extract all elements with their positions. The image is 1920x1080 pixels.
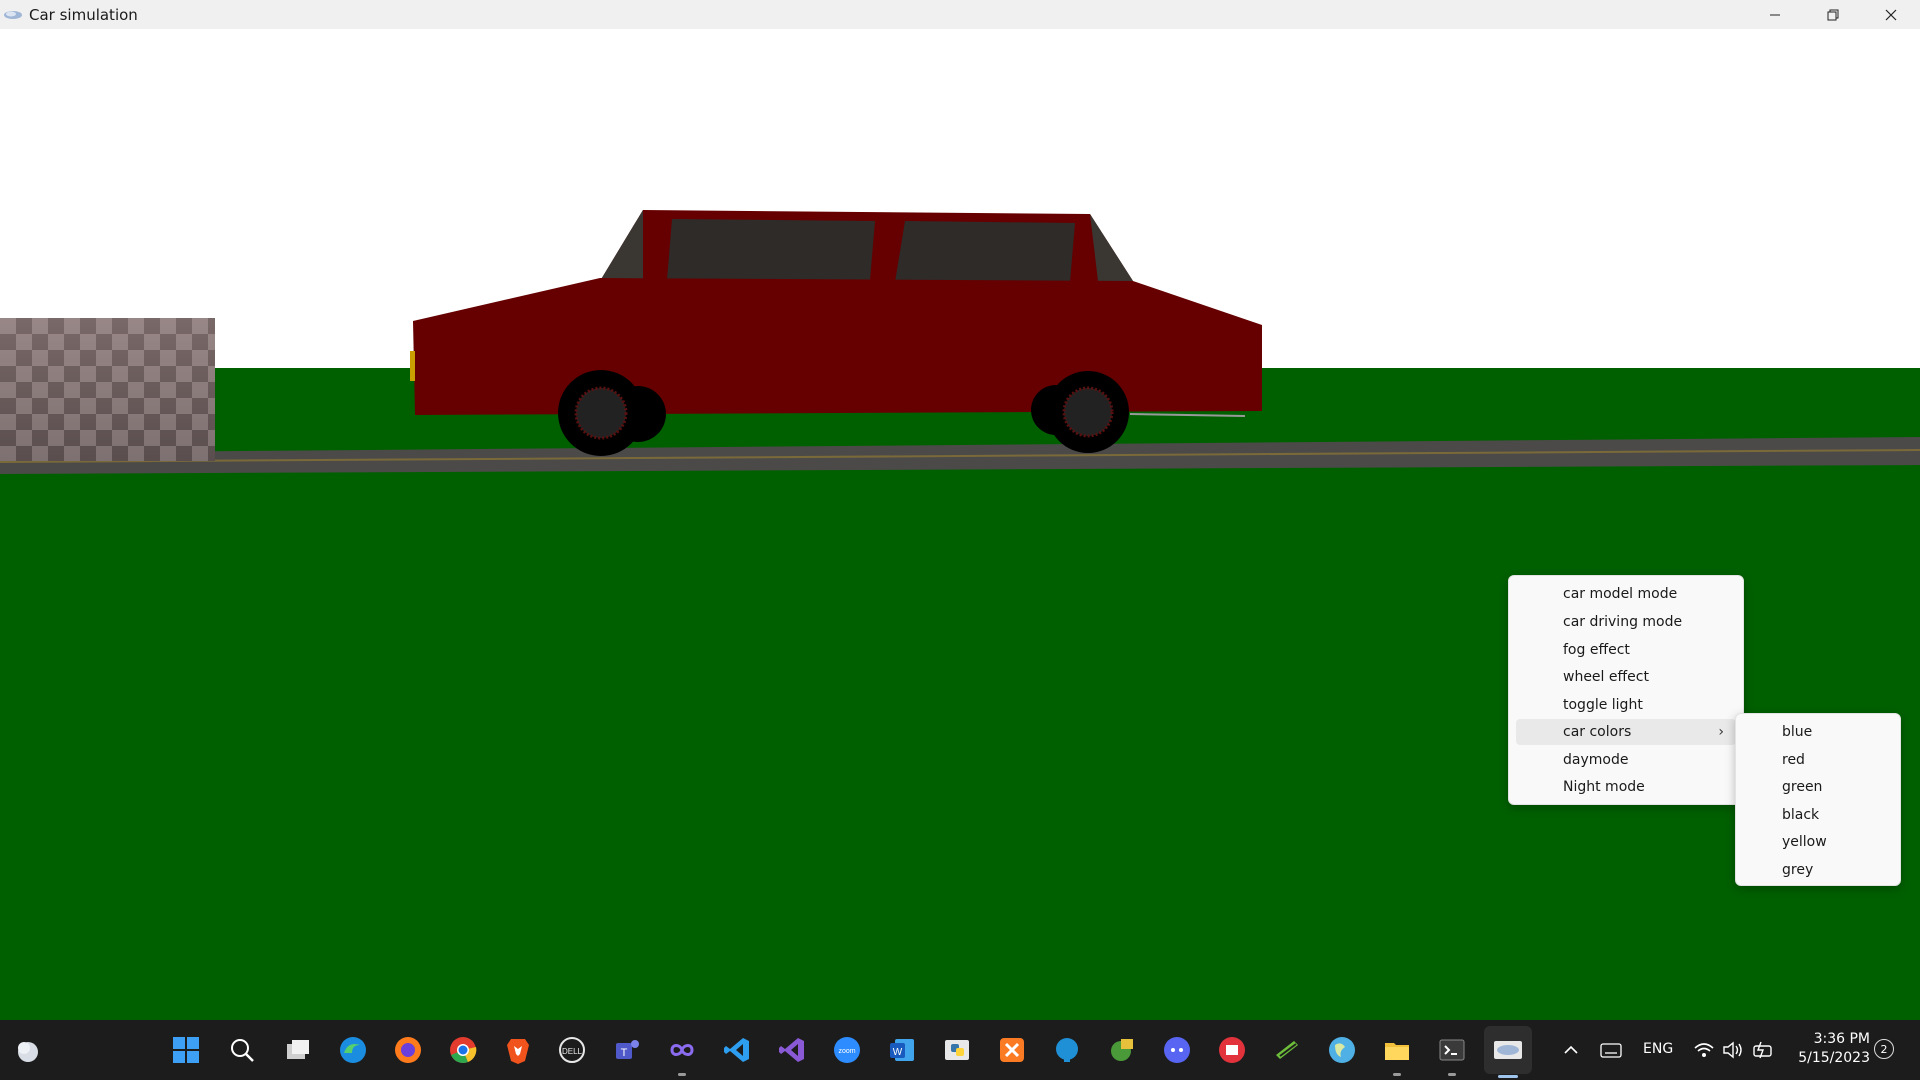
menu-item-daymode[interactable]: daymode bbox=[1516, 747, 1736, 773]
submenu-item-blue[interactable]: blue bbox=[1743, 719, 1893, 745]
terminal-icon[interactable] bbox=[1436, 1034, 1468, 1076]
title-bar: Car simulation bbox=[0, 0, 1920, 29]
menu-item-wheel-effect[interactable]: wheel effect bbox=[1516, 664, 1736, 690]
teams-icon[interactable]: T bbox=[611, 1034, 643, 1066]
submenu-item-label: blue bbox=[1782, 724, 1813, 740]
menu-item-car-driving-mode[interactable]: car driving mode bbox=[1516, 609, 1736, 635]
word-icon[interactable]: W bbox=[886, 1034, 918, 1066]
notification-badge[interactable]: 2 bbox=[1874, 1039, 1894, 1059]
brave-icon[interactable] bbox=[502, 1034, 534, 1066]
task-view-icon[interactable] bbox=[282, 1034, 314, 1066]
weather-icon[interactable] bbox=[12, 1034, 44, 1066]
clock[interactable]: 3:36 PM 5/15/2023 bbox=[1790, 1030, 1870, 1068]
menu-item-car-colors[interactable]: car colors › bbox=[1516, 719, 1736, 745]
vscode-icon[interactable] bbox=[721, 1034, 753, 1066]
app-icon[interactable] bbox=[1106, 1034, 1138, 1066]
file-explorer-icon[interactable] bbox=[1381, 1034, 1413, 1076]
menu-item-fog-effect[interactable]: fog effect bbox=[1516, 637, 1736, 663]
wifi-icon[interactable] bbox=[1693, 1040, 1715, 1060]
discord-icon[interactable] bbox=[1161, 1034, 1193, 1066]
dev-icon[interactable] bbox=[1271, 1034, 1303, 1066]
menu-item-toggle-light[interactable]: toggle light bbox=[1516, 692, 1736, 718]
visual-studio-icon[interactable] bbox=[776, 1034, 808, 1066]
svg-text:DELL: DELL bbox=[562, 1047, 583, 1056]
edge-icon[interactable] bbox=[337, 1034, 369, 1066]
postgres-icon[interactable] bbox=[1051, 1034, 1083, 1066]
menu-item-label: toggle light bbox=[1563, 697, 1643, 713]
svg-text:W: W bbox=[893, 1047, 903, 1058]
car-front-pillar bbox=[600, 210, 643, 281]
close-button[interactable] bbox=[1862, 0, 1920, 29]
menu-item-label: daymode bbox=[1563, 752, 1629, 768]
chevron-right-icon: › bbox=[1718, 724, 1724, 740]
menu-item-label: car colors bbox=[1563, 724, 1632, 740]
scene-viewport[interactable] bbox=[0, 29, 1920, 1020]
xampp-icon[interactable] bbox=[996, 1034, 1028, 1066]
submenu-item-label: grey bbox=[1782, 862, 1814, 878]
submenu-item-label: yellow bbox=[1782, 834, 1827, 850]
chrome-icon[interactable] bbox=[447, 1034, 479, 1066]
python-icon[interactable] bbox=[941, 1034, 973, 1066]
menu-item-car-model-mode[interactable]: car model mode bbox=[1516, 581, 1736, 607]
start-icon[interactable] bbox=[170, 1034, 202, 1066]
car-light bbox=[410, 351, 415, 381]
context-menu: car model mode car driving mode fog effe… bbox=[1508, 575, 1744, 805]
battery-icon[interactable] bbox=[1752, 1039, 1776, 1061]
infinity-icon[interactable] bbox=[666, 1034, 698, 1076]
restore-icon bbox=[1827, 9, 1839, 20]
freeglut-icon[interactable] bbox=[1492, 1034, 1524, 1078]
menu-item-label: fog effect bbox=[1563, 642, 1630, 658]
globe-icon[interactable] bbox=[1326, 1034, 1358, 1066]
minimize-icon bbox=[1770, 14, 1780, 15]
svg-text:T: T bbox=[621, 1047, 628, 1059]
myk-icon[interactable] bbox=[1216, 1034, 1248, 1066]
window-title: Car simulation bbox=[29, 5, 138, 24]
search-icon[interactable] bbox=[226, 1034, 258, 1066]
chevron-up-icon[interactable] bbox=[1563, 1043, 1579, 1057]
submenu-item-grey[interactable]: grey bbox=[1743, 857, 1893, 883]
submenu-item-red[interactable]: red bbox=[1743, 747, 1893, 773]
language-indicator[interactable]: ENG bbox=[1643, 1041, 1673, 1057]
svg-text:zoom: zoom bbox=[838, 1048, 855, 1055]
keyboard-icon[interactable] bbox=[1600, 1041, 1622, 1059]
submenu-item-label: black bbox=[1782, 807, 1820, 823]
car-window-rear bbox=[895, 221, 1075, 282]
submenu-item-black[interactable]: black bbox=[1743, 802, 1893, 828]
firefox-icon[interactable] bbox=[392, 1034, 424, 1066]
clock-time: 3:36 PM bbox=[1813, 1031, 1870, 1047]
taskbar: DELL T zoom W ENG 3:36 PM 5/15/2023 2 bbox=[0, 1020, 1920, 1080]
menu-item-night-mode[interactable]: Night mode bbox=[1516, 774, 1736, 800]
menu-item-label: car model mode bbox=[1563, 586, 1678, 602]
car-body bbox=[413, 278, 1262, 415]
minimize-button[interactable] bbox=[1746, 0, 1804, 29]
menu-item-label: car driving mode bbox=[1563, 614, 1683, 630]
submenu-item-yellow[interactable]: yellow bbox=[1743, 829, 1893, 855]
volume-icon[interactable] bbox=[1722, 1040, 1744, 1060]
restore-button[interactable] bbox=[1804, 0, 1862, 29]
dell-icon[interactable]: DELL bbox=[556, 1034, 588, 1066]
submenu-item-label: red bbox=[1782, 752, 1805, 768]
submenu-item-label: green bbox=[1782, 779, 1823, 795]
car-colors-submenu: blue red green black yellow grey bbox=[1735, 713, 1901, 886]
close-icon bbox=[1885, 9, 1897, 20]
submenu-item-green[interactable]: green bbox=[1743, 774, 1893, 800]
menu-item-label: wheel effect bbox=[1563, 669, 1649, 685]
app-icon bbox=[4, 10, 22, 19]
car-window-front bbox=[667, 219, 875, 280]
zoom-icon[interactable]: zoom bbox=[831, 1034, 863, 1066]
car-model bbox=[410, 210, 1262, 456]
menu-item-label: Night mode bbox=[1563, 779, 1645, 795]
clock-date: 5/15/2023 bbox=[1798, 1050, 1870, 1066]
